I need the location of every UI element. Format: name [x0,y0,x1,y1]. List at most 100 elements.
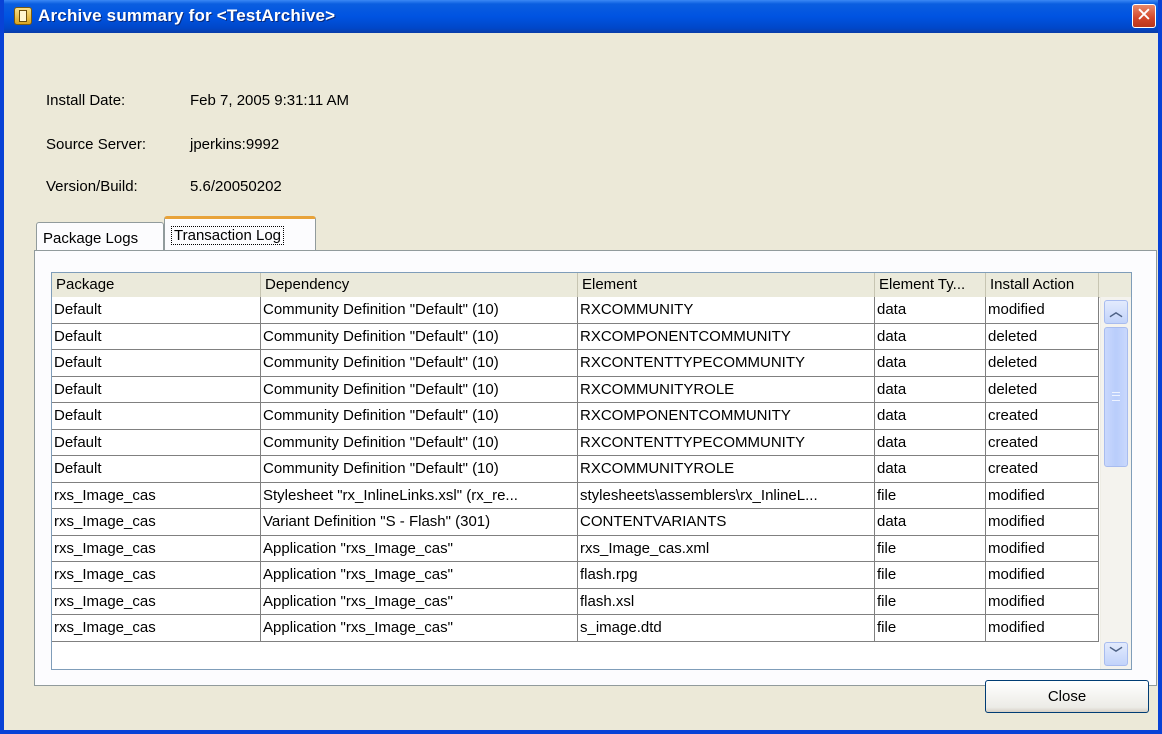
cell-dependency: Community Definition "Default" (10) [261,429,578,456]
cell-package: Default [52,350,261,377]
cell-element: RXCONTENTTYPECOMMUNITY [578,429,875,456]
cell-package: Default [52,456,261,483]
cell-element: RXCONTENTTYPECOMMUNITY [578,350,875,377]
table-row[interactable]: rxs_Image_cas Variant Definition "S - Fla… [52,509,1099,536]
cell-element-type: file [875,482,986,509]
cell-element-type: file [875,562,986,589]
chevron-up-icon: ︿ [1109,304,1123,319]
cell-package: rxs_Image_cas [52,562,261,589]
table-row[interactable]: Default Community Definition "Default" (1… [52,403,1099,430]
cell-install-action: modified [986,482,1099,509]
cell-element: RXCOMMUNITYROLE [578,456,875,483]
cell-install-action: modified [986,297,1099,324]
cell-package: rxs_Image_cas [52,615,261,642]
column-header-element-type[interactable]: Element Ty... [875,273,986,297]
column-header-package[interactable]: Package [52,273,261,297]
table-row[interactable]: Default Community Definition "Default" (1… [52,376,1099,403]
cell-element-type: data [875,509,986,536]
cell-element: rxs_Image_cas.xml [578,535,875,562]
table-row[interactable]: Default Community Definition "Default" (1… [52,456,1099,483]
cell-package: Default [52,297,261,324]
cell-element: RXCOMPONENTCOMMUNITY [578,323,875,350]
cell-element: CONTENTVARIANTS [578,509,875,536]
cell-element-type: data [875,403,986,430]
cell-dependency: Application "rxs_Image_cas" [261,615,578,642]
install-date-label: Install Date: [46,92,126,109]
cell-element: s_image.dtd [578,615,875,642]
scroll-up-button[interactable]: ︿ [1104,300,1128,324]
cell-dependency: Application "rxs_Image_cas" [261,588,578,615]
vertical-scrollbar[interactable]: ︿ ﹀ [1100,297,1131,669]
version-build-value: 5.6/20050202 [190,178,282,195]
table-row[interactable]: rxs_Image_cas Application "rxs_Image_cas"… [52,562,1099,589]
cell-dependency: Community Definition "Default" (10) [261,297,578,324]
version-build-label: Version/Build: [46,178,138,195]
cell-element: RXCOMPONENTCOMMUNITY [578,403,875,430]
cell-install-action: modified [986,562,1099,589]
cell-package: Default [52,376,261,403]
table-row[interactable]: Default Community Definition "Default" (1… [52,429,1099,456]
cell-install-action: deleted [986,350,1099,377]
source-server-value: jperkins:9992 [190,136,280,153]
cell-install-action: modified [986,588,1099,615]
cell-dependency: Community Definition "Default" (10) [261,376,578,403]
table-row[interactable]: rxs_Image_cas Application "rxs_Image_cas"… [52,535,1099,562]
cell-dependency: Community Definition "Default" (10) [261,350,578,377]
cell-package: rxs_Image_cas [52,535,261,562]
cell-element-type: data [875,297,986,324]
cell-dependency: Community Definition "Default" (10) [261,323,578,350]
cell-install-action: deleted [986,323,1099,350]
table-row[interactable]: Default Community Definition "Default" (1… [52,323,1099,350]
window-title: Archive summary for <TestArchive> [38,6,336,25]
archive-summary-dialog: Archive summary for <TestArchive> ✕ Inst… [0,0,1162,734]
cell-element-type: file [875,615,986,642]
title-bar[interactable]: Archive summary for <TestArchive> ✕ [4,0,1158,33]
cell-element-type: data [875,376,986,403]
cell-package: Default [52,323,261,350]
scroll-down-button[interactable]: ﹀ [1104,642,1128,666]
cell-dependency: Variant Definition "S - Flash" (301) [261,509,578,536]
install-date-value: Feb 7, 2005 9:31:11 AM [190,92,350,109]
cell-dependency: Community Definition "Default" (10) [261,456,578,483]
cell-package: rxs_Image_cas [52,588,261,615]
cell-element: stylesheets\assemblers\rx_InlineL... [578,482,875,509]
transaction-log-table: Package Dependency Element Element Ty...… [51,272,1132,670]
cell-element-type: data [875,429,986,456]
cell-element: flash.rpg [578,562,875,589]
table-row[interactable]: Default Community Definition "Default" (1… [52,297,1099,324]
cell-dependency: Application "rxs_Image_cas" [261,562,578,589]
cell-element: RXCOMMUNITYROLE [578,376,875,403]
cell-package: Default [52,403,261,430]
table-header: Package Dependency Element Element Ty...… [52,273,1131,298]
table-row[interactable]: rxs_Image_cas Stylesheet "rx_InlineLinks.… [52,482,1099,509]
scroll-thumb[interactable] [1104,327,1128,467]
cell-element-type: file [875,535,986,562]
table-row[interactable]: rxs_Image_cas Application "rxs_Image_cas"… [52,615,1099,642]
tab-package-logs-label: Package Logs [43,230,139,247]
cell-install-action: modified [986,535,1099,562]
tab-transaction-log-label: Transaction Log [171,226,285,245]
cell-install-action: modified [986,615,1099,642]
cell-dependency: Stylesheet "rx_InlineLinks.xsl" (rx_re..… [261,482,578,509]
archive-icon [14,7,32,25]
table-row[interactable]: rxs_Image_cas Application "rxs_Image_cas"… [52,588,1099,615]
column-header-element[interactable]: Element [578,273,875,297]
column-header-dependency[interactable]: Dependency [261,273,578,297]
cell-element-type: data [875,323,986,350]
column-header-install-action[interactable]: Install Action [986,273,1099,297]
cell-element: RXCOMMUNITY [578,297,875,324]
close-button[interactable]: Close [985,680,1149,713]
chevron-down-icon: ﹀ [1109,646,1123,661]
tab-transaction-log[interactable]: Transaction Log [164,216,316,252]
cell-dependency: Application "rxs_Image_cas" [261,535,578,562]
table-row[interactable]: Default Community Definition "Default" (1… [52,350,1099,377]
cell-element-type: file [875,588,986,615]
cell-element-type: data [875,456,986,483]
cell-install-action: created [986,403,1099,430]
transaction-log-panel: Package Dependency Element Element Ty...… [34,250,1157,686]
window-close-button[interactable]: ✕ [1132,4,1156,28]
tab-package-logs[interactable]: Package Logs [36,222,164,250]
cell-dependency: Community Definition "Default" (10) [261,403,578,430]
source-server-label: Source Server: [46,136,147,153]
cell-element-type: data [875,350,986,377]
